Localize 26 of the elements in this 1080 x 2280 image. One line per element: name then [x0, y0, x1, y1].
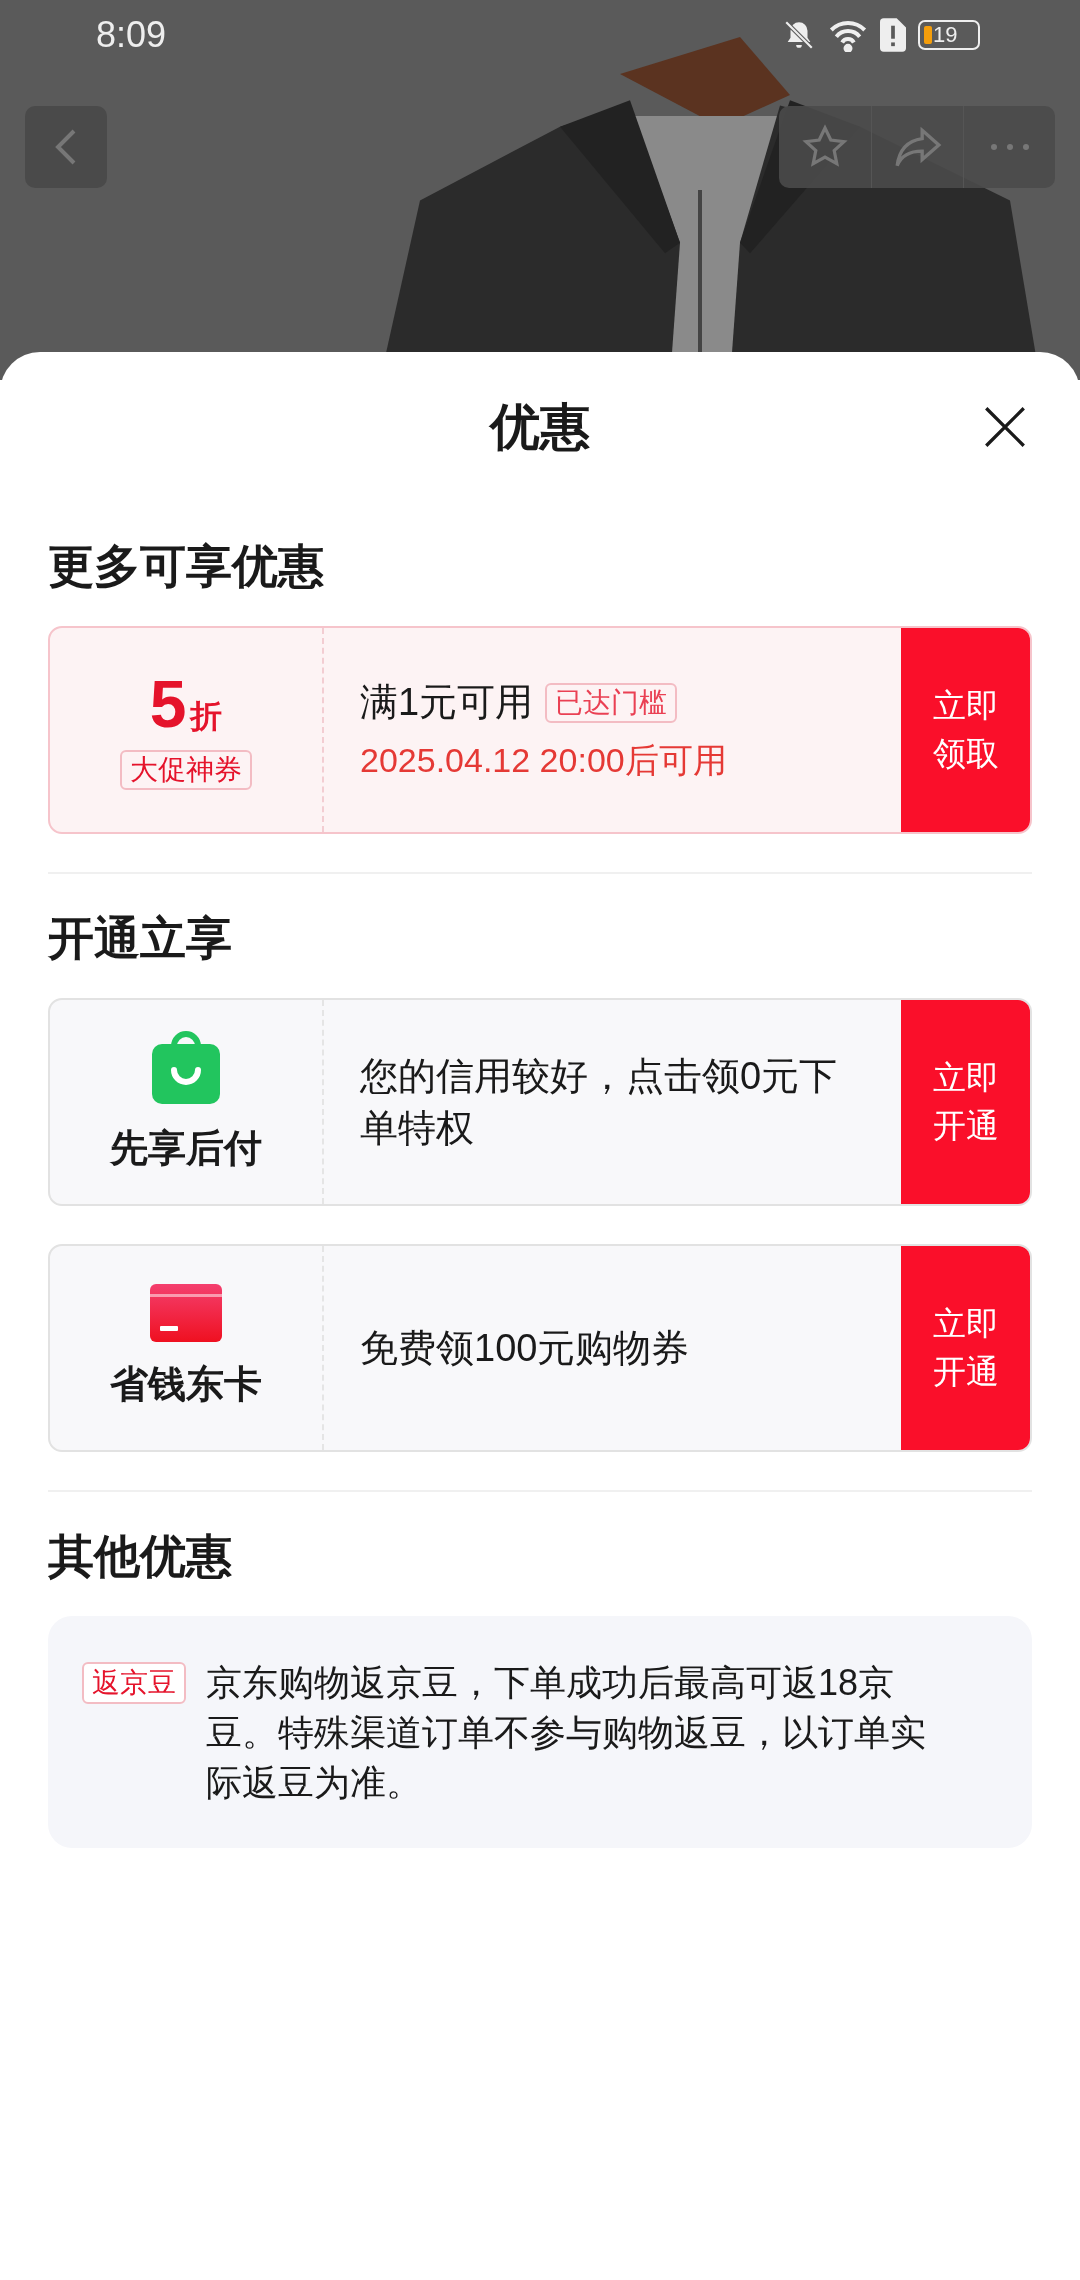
action-button[interactable]: 立即开通	[901, 1000, 1030, 1204]
coupon-condition: 满1元可用	[360, 680, 534, 725]
coupon-valid-time: 2025.04.12 20:00后可用	[360, 740, 728, 781]
action-button[interactable]: 立即领取	[901, 628, 1030, 832]
card-icon	[150, 1283, 222, 1342]
info-text: 京东购物返京豆，下单成功后最高可返18京豆。特殊渠道订单不参与购物返豆，以订单实际返豆为准。	[206, 1661, 926, 1805]
sheet-title: 优惠	[490, 397, 590, 457]
discount-value: 5	[149, 670, 187, 737]
sim-alert-icon	[880, 18, 906, 52]
section-title: 更多可享优惠	[48, 538, 324, 594]
action-button[interactable]: 立即开通	[901, 1246, 1030, 1450]
service-description: 您的信用较好，点击领0元下单特权	[360, 1054, 839, 1151]
status-time: 8:09	[96, 13, 167, 57]
battery-indicator: 19	[918, 20, 980, 50]
service-description: 免费领100元购物券	[360, 1326, 690, 1371]
section-title: 开通立享	[48, 910, 232, 966]
wifi-icon	[828, 18, 868, 52]
back-button[interactable]	[25, 106, 107, 188]
section-title: 其他优惠	[48, 1528, 232, 1584]
service-name: 先享后付	[110, 1125, 262, 1171]
service-name: 省钱东卡	[110, 1361, 262, 1407]
bell-off-icon	[782, 18, 816, 52]
coupon-tag: 大促神券	[120, 749, 252, 790]
bean-tag: 返京豆	[82, 1662, 186, 1704]
discount-unit: 折	[190, 696, 223, 736]
threshold-badge: 已达门槛	[545, 682, 678, 723]
